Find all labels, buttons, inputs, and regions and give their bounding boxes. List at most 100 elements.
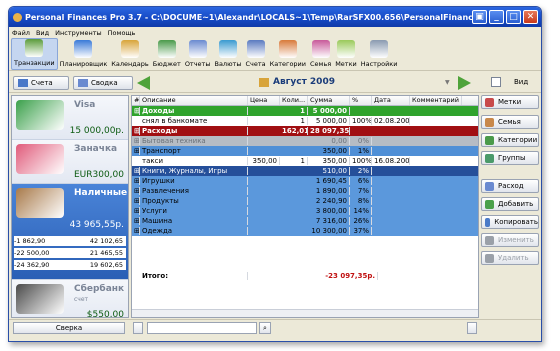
table-row[interactable]: ⊞ Расходы 162,01 28 097,35 <box>132 126 478 136</box>
month-dropdown-icon[interactable]: ▼ <box>445 79 450 86</box>
cell-qty: 1 <box>280 107 308 115</box>
maximize-button[interactable]: □ <box>506 10 521 24</box>
next-month-arrow-icon[interactable] <box>458 76 471 90</box>
prev-month-arrow-icon[interactable] <box>137 76 150 90</box>
cell-sum: 3 800,00 <box>308 207 350 215</box>
table-row[interactable]: ⊞ Услуги 3 800,00 14% <box>132 206 478 216</box>
toolbar-family-button[interactable]: Семья <box>308 40 333 70</box>
column-header[interactable]: Описание <box>140 96 248 105</box>
panel-toggle-icon[interactable] <box>133 322 143 334</box>
toolbar-scheduler-button[interactable]: Планировщик <box>58 40 110 70</box>
summary-button[interactable]: Сводка <box>73 76 133 90</box>
table-row[interactable]: ⊞ Продукты 2 240,90 8% <box>132 196 478 206</box>
side-button-icon <box>485 135 494 145</box>
scheduler-icon <box>74 40 93 58</box>
cell-sum: 510,00 <box>308 167 350 175</box>
calendar-icon <box>121 40 140 58</box>
toolbar-categories-button[interactable]: Категории <box>268 40 308 70</box>
toolbar-reports-button[interactable]: Отчеты <box>183 40 213 70</box>
side-button[interactable]: Копировать <box>481 215 539 229</box>
expand-icon[interactable]: ⊞ <box>132 207 140 215</box>
account-item[interactable]: Наличные 43 965,55р. -1 862,90 42 102,65 -22… <box>12 184 128 280</box>
table-row[interactable]: ⊞ Развлечения 1 890,00 7% <box>132 186 478 196</box>
accounts-button[interactable]: Счета <box>13 76 69 90</box>
account-item[interactable]: Visa 15 000,00р. <box>12 96 128 140</box>
cell-desc: Развлечения <box>140 187 248 195</box>
toolbar-accounts-button[interactable]: Счета <box>243 40 267 70</box>
table-row[interactable]: ⊞ Доходы 1 5 000,00 <box>132 106 478 116</box>
expand-icon[interactable]: ⊞ <box>132 217 140 225</box>
cell-desc: Доходы <box>140 107 248 115</box>
menu-view[interactable]: Вид <box>36 29 49 37</box>
column-header[interactable]: Дата <box>372 96 410 105</box>
table-row[interactable]: ⊞ Книги, Журналы, Игры 510,00 2% <box>132 166 478 176</box>
column-header[interactable]: Цена <box>248 96 280 105</box>
categories-icon <box>278 40 297 58</box>
column-header[interactable]: Коли... <box>280 96 308 105</box>
table-row[interactable]: ⊞ Одежда 10 300,00 37% <box>132 226 478 236</box>
grid-header: # Описание Цена Коли... Сумма% Дата Комментари… <box>132 96 478 106</box>
side-button[interactable]: Семья <box>481 115 539 129</box>
restore-down-icon[interactable]: ▣ <box>472 10 487 24</box>
reconcile-button[interactable]: Сверка <box>13 322 125 334</box>
menu-help[interactable]: Помощь <box>108 29 136 37</box>
expand-icon[interactable]: ⊞ <box>132 227 140 235</box>
toolbar-calendar-button[interactable]: Календарь <box>109 40 150 70</box>
expand-icon[interactable]: ⊞ <box>132 167 140 175</box>
cell-pct: 1% <box>350 147 372 155</box>
column-header[interactable]: Комментарий <box>410 96 462 105</box>
reconcile-label: Сверка <box>55 324 83 332</box>
column-header[interactable]: Сумма <box>308 96 350 105</box>
minimize-button[interactable]: _ <box>489 10 504 24</box>
title-bar[interactable]: Personal Finances Pro 3.7 - C:\DOCUME~1\… <box>9 7 541 27</box>
expand-icon[interactable]: ⊞ <box>132 107 140 115</box>
table-row[interactable]: ⊞ Машина 7 316,00 26% <box>132 216 478 226</box>
table-row[interactable]: ⊞ Транспорт 350,00 1% <box>132 146 478 156</box>
side-button[interactable]: Изменить <box>481 233 539 247</box>
side-button-label: Группы <box>498 154 526 162</box>
account-balance: 43 965,55р. <box>69 220 124 230</box>
menu-file[interactable]: Файл <box>12 29 30 37</box>
cell-qty: 1 <box>280 157 308 165</box>
expand-icon[interactable]: ⊞ <box>132 147 140 155</box>
expand-icon[interactable]: ⊞ <box>132 137 140 145</box>
column-header[interactable]: # <box>132 96 140 105</box>
search-icon[interactable]: ⌕ <box>259 322 271 334</box>
expand-icon[interactable]: ⊞ <box>132 197 140 205</box>
side-button[interactable]: Удалить <box>481 251 539 265</box>
expand-icon[interactable]: ⊞ <box>132 187 140 195</box>
expand-icon[interactable]: ⊞ <box>132 177 140 185</box>
panel-right-toggle-icon[interactable] <box>467 322 477 334</box>
table-row[interactable]: ⊞ Игрушки 1 690,45 6% <box>132 176 478 186</box>
toolbar-settings-button[interactable]: Настройки <box>359 40 400 70</box>
side-button[interactable]: Добавить <box>481 197 539 211</box>
expand-icon[interactable]: ⊞ <box>132 127 140 135</box>
table-row[interactable]: снял в банкомате 15 000,00100%02.08.2009 <box>132 116 478 126</box>
toolbar-transactions-button[interactable]: Транзакции <box>11 38 58 70</box>
menu-tools[interactable]: Инструменты <box>55 29 102 37</box>
toolbar-currencies-button[interactable]: Валюты <box>212 40 243 70</box>
side-button[interactable]: Метки <box>481 95 539 109</box>
search-input[interactable] <box>147 322 257 334</box>
side-button[interactable]: Расход <box>481 179 539 193</box>
side-buttons: Метки Семья Категории Группы Расход Добавить К… <box>481 95 541 335</box>
toolbar-tags-button[interactable]: Метки <box>333 40 359 70</box>
side-button-label: Удалить <box>498 254 529 262</box>
grid-hscrollbar[interactable] <box>132 309 478 317</box>
side-button[interactable]: Категории <box>481 133 539 147</box>
account-item[interactable]: Заначка EUR300,00 <box>12 140 128 184</box>
close-button[interactable]: ✕ <box>523 10 538 24</box>
account-image <box>16 188 64 218</box>
column-header[interactable]: % <box>350 96 372 105</box>
side-button[interactable]: Группы <box>481 151 539 165</box>
cell-pct: 14% <box>350 207 372 215</box>
toolbar-budget-button[interactable]: Бюджет <box>151 40 183 70</box>
main-window: Personal Finances Pro 3.7 - C:\DOCUME~1\… <box>8 6 542 342</box>
view-button[interactable]: Вид <box>514 78 528 86</box>
table-row[interactable]: ⊞ Бытовая техника 0,00 0% <box>132 136 478 146</box>
account-item[interactable]: Сбербанк счет $550,00 <box>12 280 128 317</box>
cell-sum: 1 690,45 <box>308 177 350 185</box>
toolbar-label: Бюджет <box>152 60 181 68</box>
accounts-icon <box>18 79 28 87</box>
table-row[interactable]: такси350,001350,00100%16.08.2009 <box>132 156 478 166</box>
